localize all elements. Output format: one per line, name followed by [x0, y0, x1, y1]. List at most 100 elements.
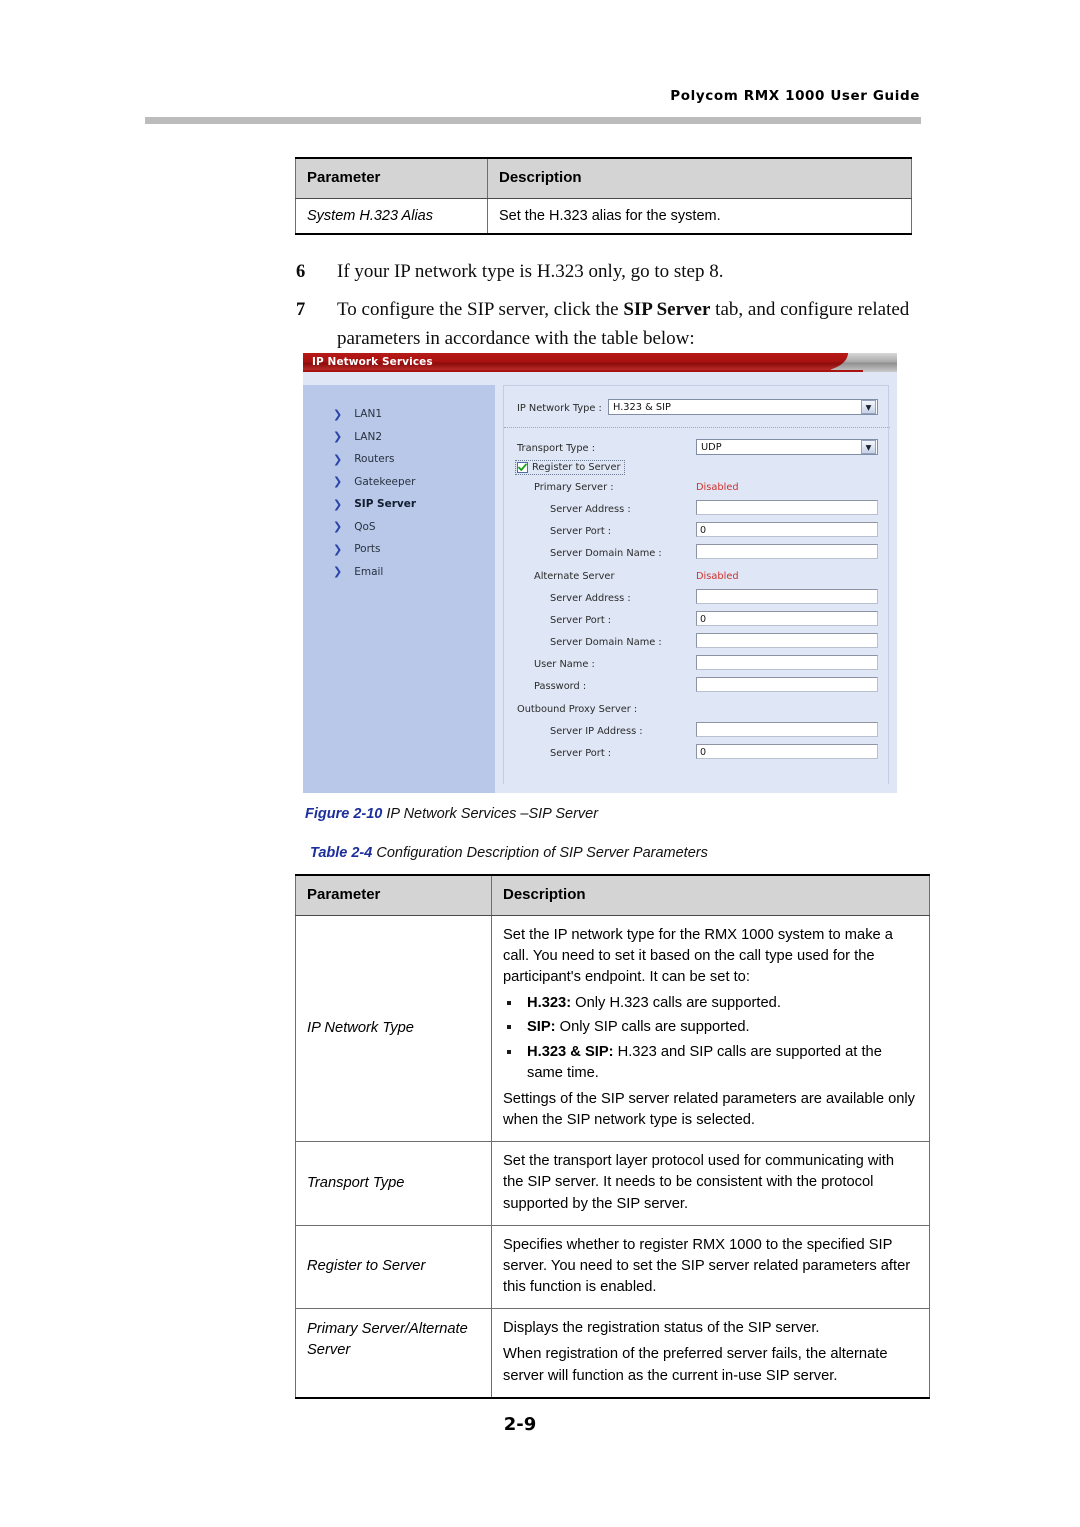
column-header-description: Description — [491, 873, 930, 916]
chevron-right-icon: ❯ — [333, 430, 343, 444]
primary-server-status: Disabled — [696, 482, 739, 493]
sidebar-item-label: QoS — [354, 520, 376, 533]
sidebar-item-email[interactable]: ❯ Email — [303, 561, 495, 584]
step-text-emphasis: SIP Server — [623, 298, 711, 320]
description-paragraph: When registration of the preferred serve… — [503, 1346, 888, 1384]
sidebar-item-sip-server[interactable]: ❯ SIP Server — [303, 493, 495, 516]
description-intro: Set the IP network type for the RMX 1000… — [503, 926, 893, 986]
sidebar-item-ports[interactable]: ❯ Ports — [303, 538, 495, 561]
table-caption: Table 2-4 Configuration Description of S… — [310, 845, 708, 861]
primary-server-address-input[interactable] — [696, 500, 878, 515]
app-sidebar: ❯ LAN1 ❯ LAN2 ❯ Routers ❯ Gatekeeper ❯ S… — [303, 385, 495, 793]
sidebar-item-label: SIP Server — [354, 498, 417, 511]
sidebar-item-label: Email — [354, 565, 384, 578]
list-item: H.323 & SIP: H.323 and SIP calls are sup… — [503, 1042, 918, 1084]
table-row: Register to Server Specifies whether to … — [295, 1224, 930, 1310]
table-caption-text: Configuration Description of SIP Server … — [372, 845, 708, 861]
parameter-description: Set the transport layer protocol used fo… — [491, 1141, 930, 1226]
option-term: H.323: — [527, 995, 572, 1012]
alternate-server-label: Alternate Server — [534, 571, 615, 582]
parameter-name: Register to Server — [295, 1224, 492, 1310]
outbound-proxy-port-label: Server Port : — [550, 748, 612, 759]
transport-type-value: UDP — [701, 441, 722, 453]
outbound-proxy-ip-input[interactable] — [696, 722, 878, 737]
figure-caption: Figure 2-10 IP Network Services –SIP Ser… — [305, 806, 598, 822]
figure-caption-text: IP Network Services –SIP Server — [382, 806, 599, 822]
parameter-description: Set the H.323 alias for the system. — [487, 197, 912, 235]
option-term: H.323 & SIP: — [527, 1043, 614, 1060]
user-name-input[interactable] — [696, 655, 878, 670]
list-item: SIP: Only SIP calls are supported. — [503, 1017, 918, 1038]
sip-server-form: IP Network Type : H.323 & SIP ▼ Transpor… — [503, 385, 890, 784]
chevron-right-icon: ❯ — [333, 542, 343, 556]
chevron-right-icon: ❯ — [333, 497, 343, 511]
chevron-right-icon: ❯ — [333, 565, 343, 579]
column-header-description: Description — [487, 156, 912, 199]
chevron-down-icon[interactable]: ▼ — [861, 400, 876, 414]
transport-type-select[interactable]: UDP ▼ — [696, 439, 878, 455]
section-divider — [504, 427, 890, 428]
column-header-parameter: Parameter — [295, 873, 492, 916]
chevron-down-icon[interactable]: ▼ — [861, 440, 876, 454]
table-caption-label: Table 2-4 — [310, 845, 373, 861]
primary-server-port-label: Server Port : — [550, 526, 612, 537]
alternate-server-domain-input[interactable] — [696, 633, 878, 648]
page-number: 2-9 — [503, 1414, 537, 1435]
register-to-server-label: Register to Server — [532, 462, 621, 473]
alternate-server-address-label: Server Address : — [550, 593, 631, 604]
sidebar-item-lan1[interactable]: ❯ LAN1 — [303, 403, 495, 426]
running-header: Polycom RMX 1000 User Guide — [670, 88, 920, 104]
table-row: Primary Server/Alternate Server Displays… — [295, 1308, 930, 1399]
step-item: 6 If your IP network type is H.323 only,… — [296, 258, 916, 287]
parameter-name: IP Network Type — [295, 914, 492, 1143]
sidebar-item-label: LAN1 — [354, 408, 383, 421]
chevron-right-icon: ❯ — [333, 475, 343, 489]
ip-network-type-select[interactable]: H.323 & SIP ▼ — [608, 399, 878, 415]
checkbox-checked-icon[interactable] — [517, 462, 528, 473]
tab-label: IP Network Services — [312, 356, 433, 368]
chevron-right-icon: ❯ — [333, 407, 343, 421]
password-input[interactable] — [696, 677, 878, 692]
sidebar-item-routers[interactable]: ❯ Routers — [303, 448, 495, 471]
parameter-name: Transport Type — [295, 1141, 492, 1226]
password-label: Password : — [534, 681, 587, 692]
alternate-server-address-input[interactable] — [696, 589, 878, 604]
figure-caption-label: Figure 2-10 — [305, 806, 383, 822]
app-body: ❯ LAN1 ❯ LAN2 ❯ Routers ❯ Gatekeeper ❯ S… — [303, 372, 897, 793]
parameter-description: Set the IP network type for the RMX 1000… — [491, 914, 930, 1143]
register-to-server-checkbox[interactable]: Register to Server — [515, 460, 625, 475]
parameter-description: Specifies whether to register RMX 1000 t… — [491, 1224, 930, 1310]
table-header-row: Parameter Description — [295, 156, 912, 199]
option-text: Only H.323 calls are supported. — [571, 995, 781, 1012]
chevron-right-icon: ❯ — [333, 452, 343, 466]
alternate-server-port-input[interactable]: 0 — [696, 611, 878, 626]
description-paragraph: Displays the registration status of the … — [503, 1320, 820, 1337]
sidebar-item-label: Ports — [354, 543, 381, 556]
option-text: Only SIP calls are supported. — [555, 1019, 750, 1036]
parameter-description: Displays the registration status of the … — [491, 1308, 930, 1399]
primary-server-domain-input[interactable] — [696, 544, 878, 559]
step-text: If your IP network type is H.323 only, g… — [337, 258, 723, 287]
sidebar-item-label: LAN2 — [354, 430, 383, 443]
outbound-proxy-server-label: Outbound Proxy Server : — [517, 704, 638, 715]
step-text: To configure the SIP server, click the S… — [337, 296, 916, 354]
sidebar-item-gatekeeper[interactable]: ❯ Gatekeeper — [303, 471, 495, 494]
step-item: 7 To configure the SIP server, click the… — [296, 296, 916, 354]
sidebar-item-qos[interactable]: ❯ QoS — [303, 516, 495, 539]
table-row: IP Network Type Set the IP network type … — [295, 914, 930, 1143]
primary-server-address-label: Server Address : — [550, 504, 631, 515]
ip-network-services-screenshot: IP Network Services ❯ LAN1 ❯ LAN2 ❯ Rout… — [303, 353, 897, 793]
parameter-name: System H.323 Alias — [295, 197, 488, 235]
step-text-before: To configure the SIP server, click the — [337, 298, 624, 320]
outbound-proxy-port-input[interactable]: 0 — [696, 744, 878, 759]
header-rule — [145, 117, 921, 124]
primary-server-domain-label: Server Domain Name : — [550, 548, 662, 559]
chevron-right-icon: ❯ — [333, 520, 343, 534]
option-term: SIP: — [527, 1019, 556, 1036]
sidebar-item-label: Routers — [354, 453, 395, 466]
tab-underline — [303, 370, 863, 372]
alternate-server-domain-label: Server Domain Name : — [550, 637, 662, 648]
app-main-panel: IP Network Type : H.323 & SIP ▼ Transpor… — [495, 385, 897, 793]
primary-server-port-input[interactable]: 0 — [696, 522, 878, 537]
sidebar-item-lan2[interactable]: ❯ LAN2 — [303, 426, 495, 449]
